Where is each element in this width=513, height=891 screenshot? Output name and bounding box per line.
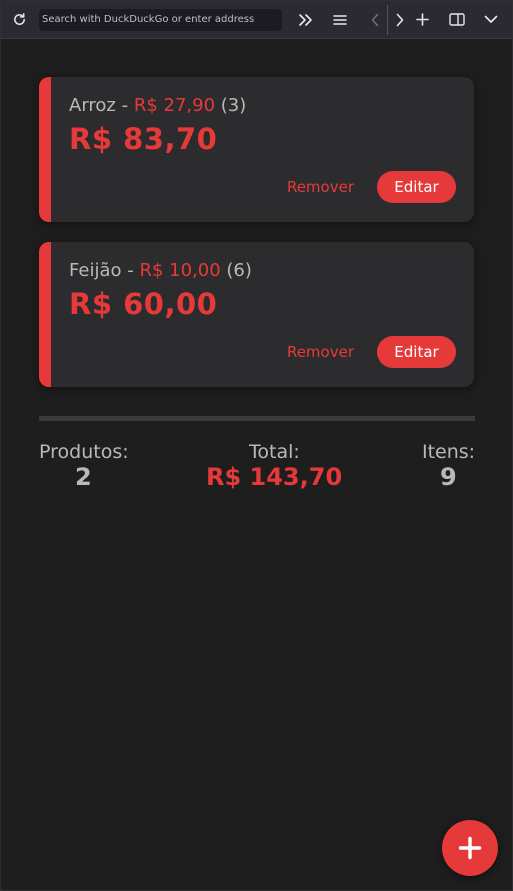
add-product-button[interactable] xyxy=(442,820,498,876)
product-quantity: (3) xyxy=(215,95,247,116)
product-unit-price: R$ 10,00 xyxy=(139,260,221,281)
remove-button[interactable]: Remover xyxy=(287,336,354,368)
product-name: Arroz xyxy=(69,95,116,116)
dropdown-icon[interactable] xyxy=(481,1,501,38)
overflow-chevrons-icon[interactable] xyxy=(295,1,317,38)
card-accent-bar xyxy=(39,77,51,222)
menu-icon[interactable] xyxy=(330,1,350,38)
product-unit-price: R$ 27,90 xyxy=(133,95,216,116)
product-title: Feijão - R$ 10,00 (6) xyxy=(69,260,252,281)
total-label: Total: xyxy=(249,441,300,463)
address-placeholder: Search with DuckDuckGo or enter address xyxy=(42,14,255,25)
product-total: R$ 60,00 xyxy=(69,287,218,321)
address-bar[interactable]: Search with DuckDuckGo or enter address xyxy=(39,9,282,31)
edit-button[interactable]: Editar xyxy=(377,171,456,203)
new-tab-icon[interactable] xyxy=(412,1,432,38)
product-card: Feijão - R$ 10,00 (6) R$ 60,00 Remover E… xyxy=(39,242,474,387)
forward-icon[interactable] xyxy=(390,1,410,38)
items-count-value: 9 xyxy=(440,463,457,491)
title-separator: - xyxy=(115,95,134,116)
product-quantity: (6) xyxy=(220,260,252,281)
product-name: Feijão xyxy=(69,260,122,281)
back-icon[interactable] xyxy=(365,1,385,38)
product-title: Arroz - R$ 27,90 (3) xyxy=(69,95,246,116)
browser-toolbar: Search with DuckDuckGo or enter address xyxy=(1,1,512,39)
sidebar-icon[interactable] xyxy=(446,1,468,38)
card-accent-bar xyxy=(39,242,51,387)
title-separator: - xyxy=(121,260,140,281)
app-window: Search with DuckDuckGo or enter address xyxy=(0,0,513,891)
product-total: R$ 83,70 xyxy=(69,122,218,156)
toolbar-separator xyxy=(387,5,388,35)
products-count-value: 2 xyxy=(75,463,92,491)
product-card: Arroz - R$ 27,90 (3) R$ 83,70 Remover Ed… xyxy=(39,77,474,222)
remove-button[interactable]: Remover xyxy=(287,171,354,203)
summary-divider xyxy=(39,416,475,421)
total-value: R$ 143,70 xyxy=(206,463,343,491)
plus-icon xyxy=(458,836,482,860)
items-count-label: Itens: xyxy=(422,441,476,463)
reload-icon[interactable] xyxy=(9,1,29,38)
edit-button[interactable]: Editar xyxy=(377,336,456,368)
products-count-label: Produtos: xyxy=(39,441,129,463)
